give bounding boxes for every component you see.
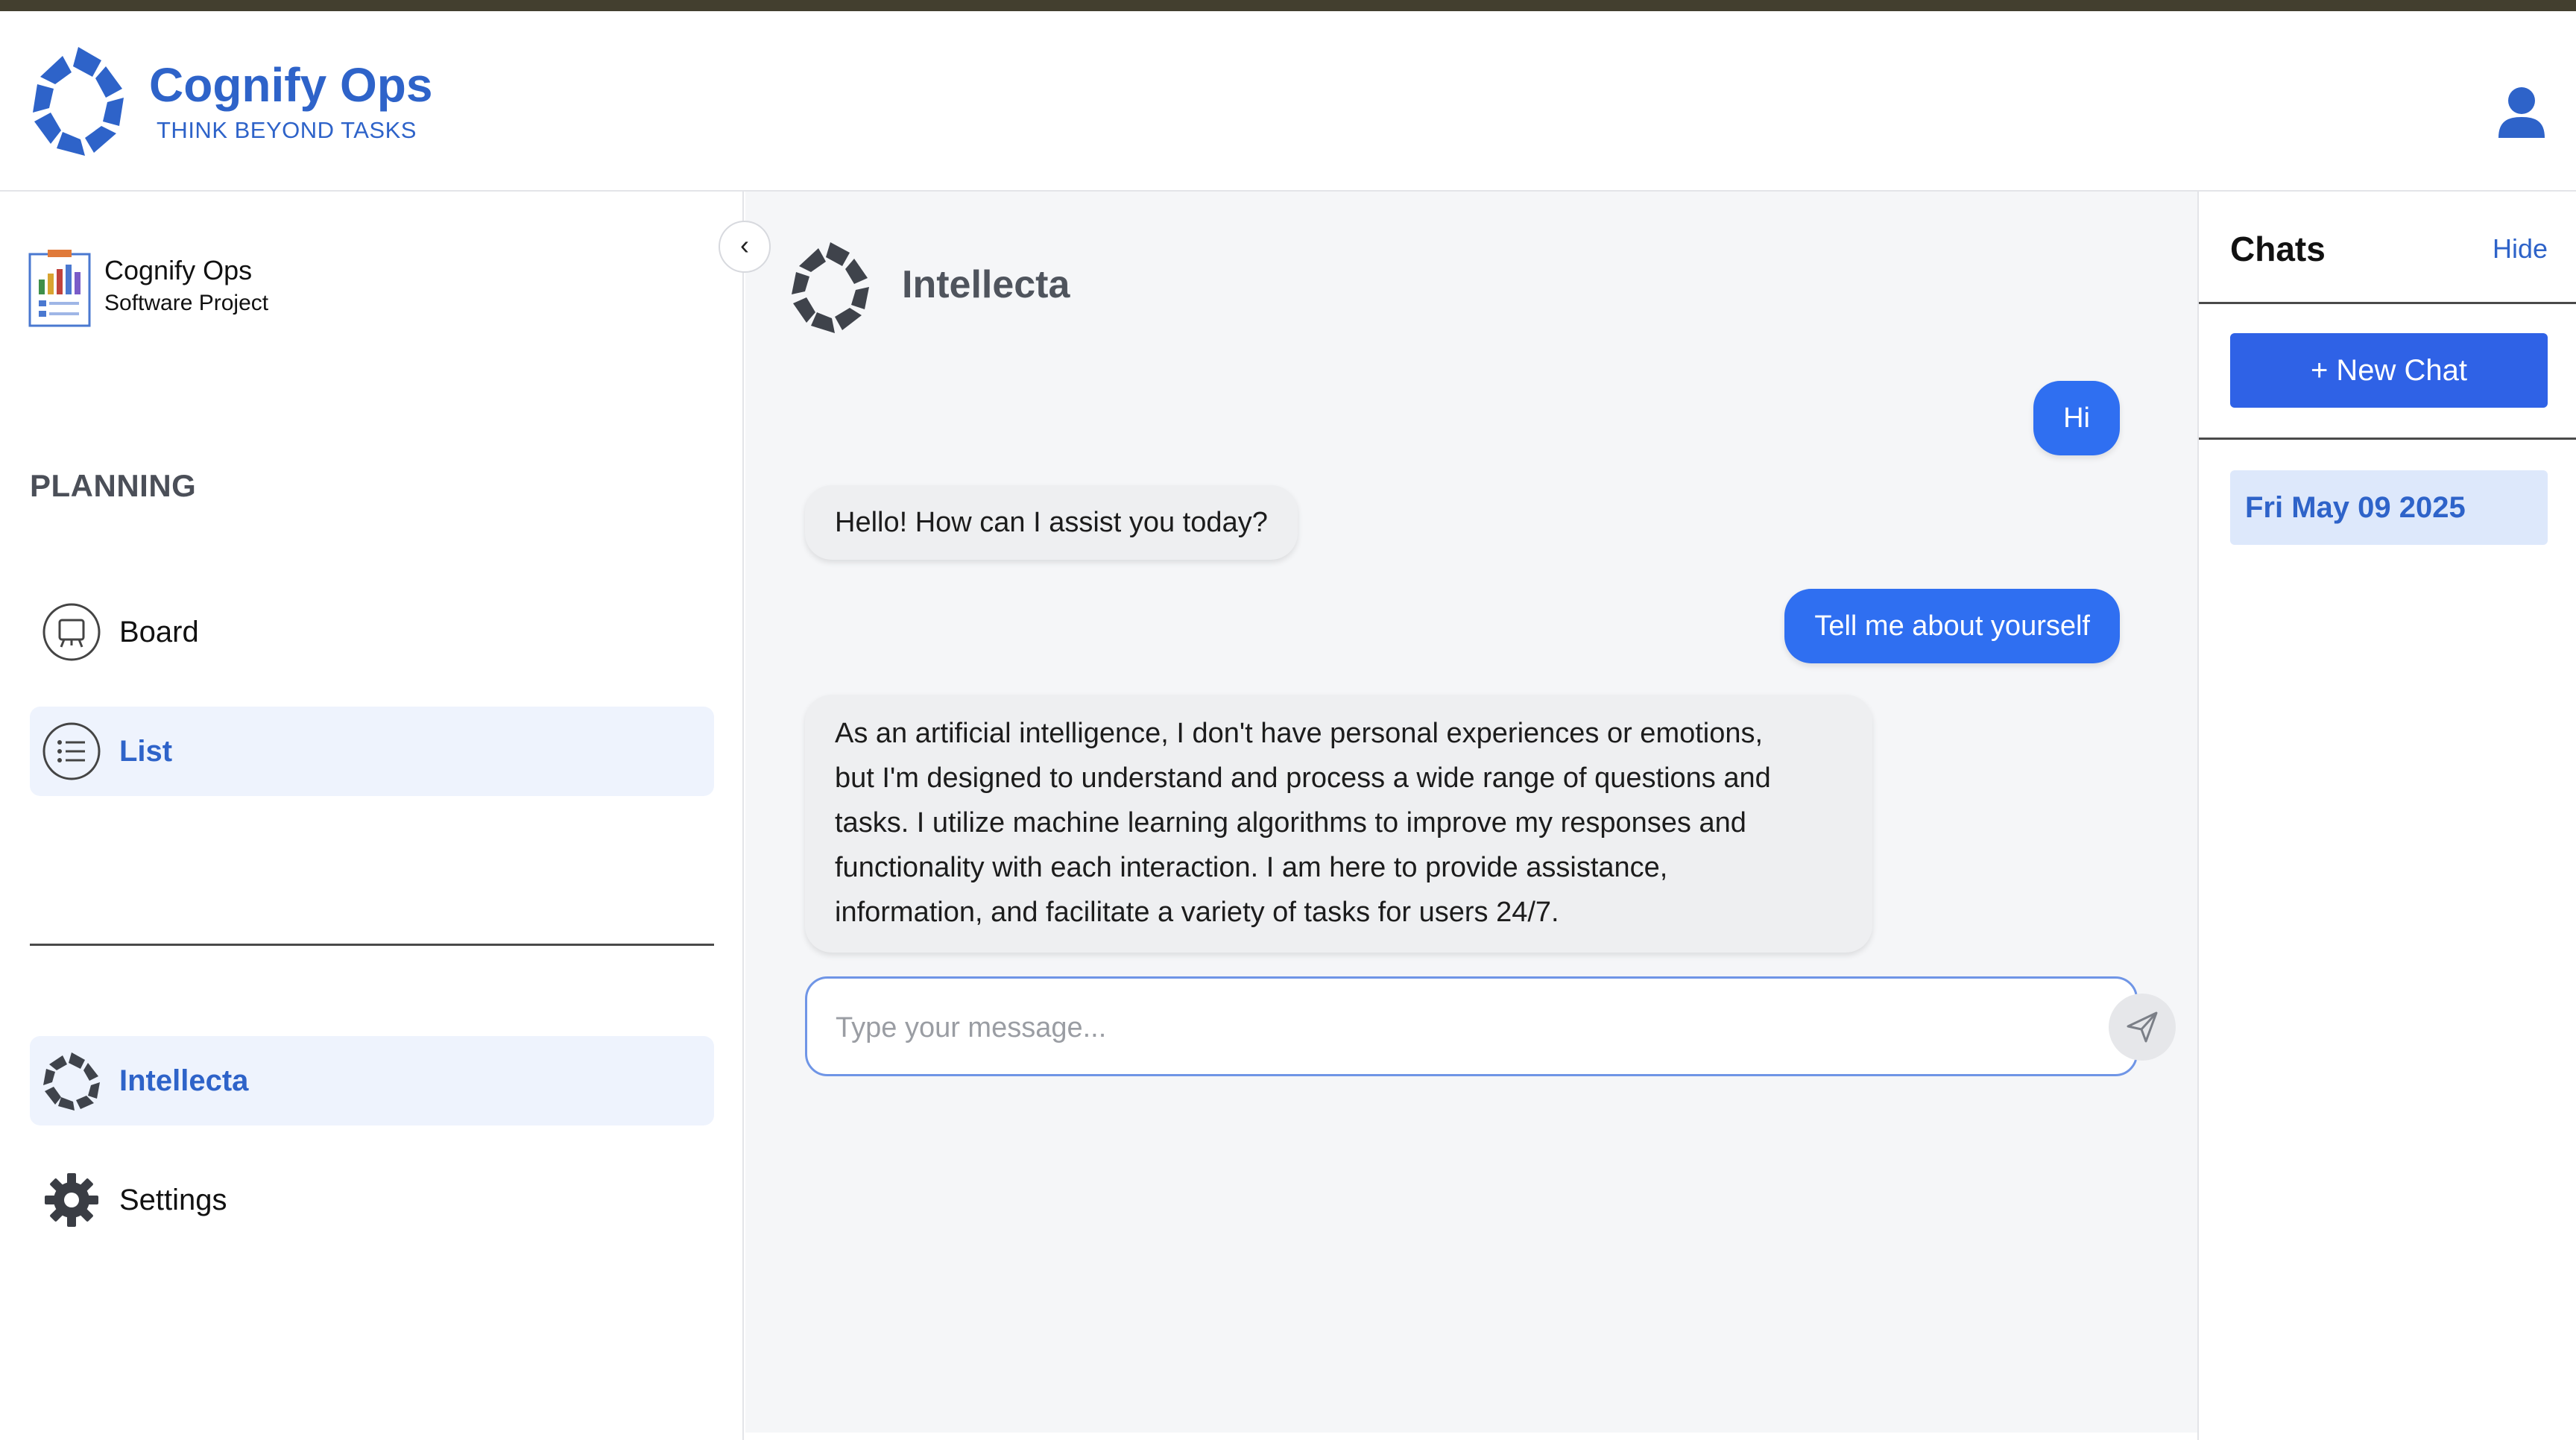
brand-logo-icon: [33, 47, 124, 156]
assistant-message: Hello! How can I assist you today?: [805, 485, 1298, 560]
sidebar-item-label: Intellecta: [119, 1064, 249, 1097]
list-icon: [42, 722, 101, 780]
message-input-container: [805, 976, 2176, 1076]
user-icon[interactable]: [2497, 86, 2546, 139]
project-name: Cognify Ops: [104, 255, 253, 285]
chat-panel: Intellecta Hi Hello! How can I assist yo…: [745, 192, 2197, 1433]
gear-icon: [45, 1173, 98, 1227]
message-input[interactable]: [836, 1004, 2028, 1052]
sidebar-item-label: Board: [119, 616, 199, 648]
brand-name: Cognify Ops: [149, 58, 433, 112]
chat-history-item[interactable]: Fri May 09 2025: [2230, 470, 2548, 545]
sidebar-item-intellecta[interactable]: Intellecta: [30, 1036, 714, 1125]
chats-divider: [2199, 302, 2576, 304]
user-message: Hi: [2033, 381, 2120, 455]
planning-section-title: PLANNING: [30, 468, 197, 503]
window-top-bar: [0, 0, 2576, 11]
user-message: Tell me about yourself: [1784, 589, 2120, 663]
message-line: but I'm designed to understand and proce…: [835, 762, 1771, 794]
chat-title: Intellecta: [902, 263, 1070, 306]
intellecta-logo-icon: [792, 242, 869, 333]
intellecta-icon: [43, 1052, 100, 1111]
chats-title: Chats: [2230, 230, 2326, 268]
new-chat-button[interactable]: + New Chat: [2230, 333, 2548, 408]
sidebar-collapse-button[interactable]: ‹: [719, 221, 771, 273]
message-line: tasks. I utilize machine learning algori…: [835, 807, 1746, 839]
send-icon: [2127, 1011, 2158, 1043]
sidebar: [0, 192, 744, 1440]
brand-tagline: THINK BEYOND TASKS: [157, 117, 417, 143]
sidebar-item-label: Settings: [119, 1184, 227, 1216]
sidebar-divider: [30, 944, 714, 946]
send-button[interactable]: [2109, 994, 2176, 1061]
message-line: information, and facilitate a variety of…: [835, 897, 1559, 928]
sidebar-item-list[interactable]: List: [30, 707, 714, 796]
project-type: Software Project: [104, 291, 269, 315]
sidebar-item-label: List: [119, 735, 173, 768]
hide-chats-link[interactable]: Hide: [2493, 233, 2548, 265]
sidebar-item-settings[interactable]: Settings: [30, 1155, 714, 1245]
app-header: Cognify Ops THINK BEYOND TASKS: [0, 11, 2576, 192]
sidebar-item-board[interactable]: Board: [30, 587, 714, 677]
project-icon: [28, 250, 91, 327]
chats-panel: Chats Hide + New Chat Fri May 09 2025: [2197, 192, 2576, 1440]
board-icon: [42, 603, 101, 661]
message-line: As an artificial intelligence, I don't h…: [835, 718, 1764, 749]
assistant-message: As an artificial intelligence, I don't h…: [805, 695, 1872, 953]
chats-divider: [2199, 438, 2576, 440]
message-line: functionality with each interaction. I a…: [835, 852, 1668, 883]
